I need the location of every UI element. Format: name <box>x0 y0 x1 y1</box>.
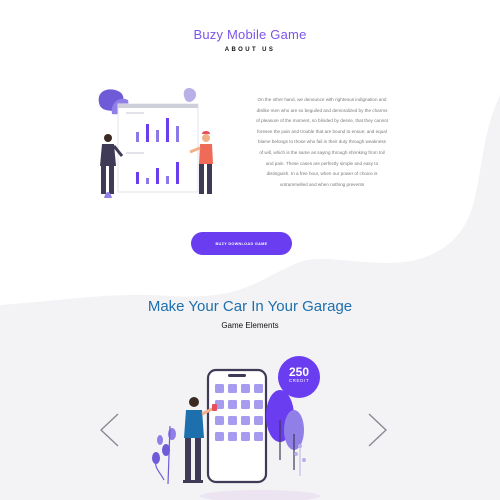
credit-value: 250 <box>288 365 310 379</box>
download-game-button[interactable]: BUZY DOWNLOAD GAME <box>191 232 292 255</box>
paragraph-line: blame belongs to those who fail in their… <box>258 139 386 145</box>
chevron-left-icon[interactable] <box>98 412 120 448</box>
paragraph-line: and pain. These cases are perfectly simp… <box>265 160 379 166</box>
paragraph-line: distinguish. In a free hour, when our po… <box>266 171 378 177</box>
chevron-right-icon[interactable] <box>367 412 389 448</box>
paragraph-line: of pleasure of the moment, so blinded by… <box>255 118 389 124</box>
paragraph-line: of will, which is the same as saying thr… <box>259 149 385 155</box>
about-title: Buzy Mobile Game <box>193 27 307 42</box>
paragraph-line: On the other hand, we denounce with righ… <box>257 97 387 102</box>
paragraph-line: foresee the pain and trouble that are bo… <box>257 128 387 134</box>
game-title: Make Your Car In Your Garage <box>147 298 353 315</box>
game-subtitle: Game Elements <box>221 321 279 330</box>
credit-caption: CREDIT <box>288 378 310 383</box>
about-paragraph: On the other hand, we denounce with righ… <box>246 95 398 190</box>
paragraph-line: dislike men who are so beguiled and demo… <box>256 107 388 113</box>
about-subtitle: ABOUT US <box>224 47 276 53</box>
about-illustration <box>98 88 213 198</box>
credit-badge: 250 CREDIT <box>278 356 320 398</box>
paragraph-line: untrammelled and when nothing prevents <box>279 181 365 187</box>
